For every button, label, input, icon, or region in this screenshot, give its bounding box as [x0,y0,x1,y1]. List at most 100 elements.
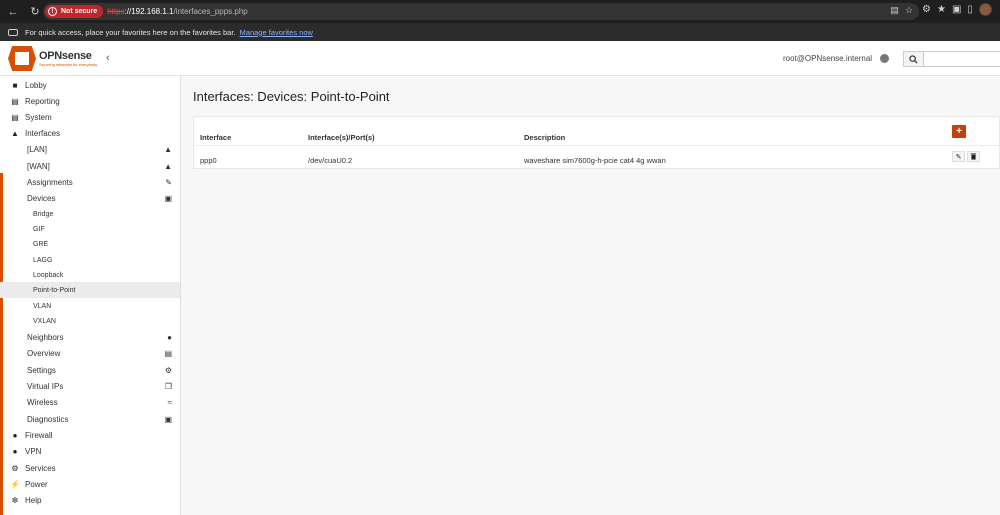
sidebar-item-label: LAGG [33,256,53,264]
plug-icon: ⚡ [10,479,20,489]
collections-icon[interactable]: ▣ [952,4,961,15]
sidebar-item-label: [WAN] [27,161,50,171]
sidebar-item-point-to-point[interactable]: Point-to-Point [0,282,180,298]
sitemap-icon: ▲ [164,161,172,171]
sidebar-item-vxlan[interactable]: VXLAN [0,313,180,329]
favorites-bar: For quick access, place your favorites h… [0,23,1000,41]
users-icon: ● [167,332,172,342]
sidebar-item-label: Reporting [25,96,60,106]
sidebar-item-label: GRE [33,240,49,248]
edit-button[interactable]: ✎ [952,151,965,162]
delete-button[interactable] [967,151,980,162]
sidebar-item-overview[interactable]: Overview ▤ [0,345,180,361]
sidebar-item-label: Neighbors [27,332,64,342]
url-scheme: https [107,7,125,16]
ppp-devices-table: Interface Interface(s)/Port(s) Descripti… [193,116,1000,169]
sidebar-item-label: Help [25,495,42,505]
sidebar-item-reporting[interactable]: ▤ Reporting [0,93,180,109]
url-host: ://192.168.1.1 [124,7,174,16]
page-title: Interfaces: Devices: Point-to-Point [193,89,390,104]
fire-icon: ● [12,430,18,440]
sidebar-item-label: Power [25,479,48,489]
sidebar-item-lan[interactable]: [LAN] ▲ [0,141,180,157]
laptop-icon: ■ [12,80,18,90]
opnsense-app: OPNsense Securing networks for everybody… [0,41,1000,515]
top-navbar: OPNsense Securing networks for everybody… [0,41,1000,76]
tasks-icon: ▤ [164,348,172,358]
brand-name: OPNsense [39,50,92,62]
column-header-interface: Interface [200,133,232,142]
address-bar[interactable]: ! Not secure https://192.168.1.1/interfa… [43,3,919,20]
sidebar-item-neighbors[interactable]: Neighbors ● [0,329,180,345]
sidebar-item-label: Wireless [27,397,58,407]
sidebar-item-label: Lobby [25,80,47,90]
sidebar-item-settings[interactable]: Settings ⚙ [0,362,180,378]
back-icon[interactable]: ← [4,3,22,21]
sidebar-item-lobby[interactable]: ■ Lobby [0,77,180,93]
cog-icon: ⚙ [11,463,19,473]
not-secure-badge[interactable]: ! Not secure [45,5,104,18]
search-input[interactable] [923,51,1000,67]
sidebar-item-label: Overview [27,348,61,358]
sidebar-item-label: Point-to-Point [33,286,76,294]
pencil-icon: ✎ [955,153,962,161]
sidebar-item-lagg[interactable]: LAGG [0,252,180,268]
reload-icon[interactable]: ↻ [26,3,44,21]
sidebar-item-gif[interactable]: GIF [0,221,180,237]
favorites-icon[interactable]: ★ [937,4,946,15]
sidebar-item-virtual-ips[interactable]: Virtual IPs ❐ [0,378,180,394]
sidebar-item-firewall[interactable]: ● Firewall [0,427,180,443]
sidebar-item-label: Diagnostics [27,414,69,424]
sidebar-item-assignments[interactable]: Assignments ✎ [0,174,180,190]
sidebar-item-label: GIF [33,225,45,233]
sidebar-item-services[interactable]: ⚙ Services [0,460,180,476]
globe-icon: ● [12,446,18,456]
system-status-icon[interactable] [880,54,889,63]
sidebar-item-power[interactable]: ⚡ Power [0,476,180,492]
sidebar-item-bridge[interactable]: Bridge [0,206,180,222]
sitemap-icon: ▲ [11,128,19,138]
sidebar-item-label: Firewall [25,430,53,440]
search-button[interactable] [903,51,924,67]
sidebar-item-wan[interactable]: [WAN] ▲ [0,158,180,174]
sidebar-item-vlan[interactable]: VLAN [0,298,180,314]
sidebar-item-system[interactable]: ▤ System [0,109,180,125]
sidebar-item-label: Settings [27,365,56,375]
brand-tagline: Securing networks for everybody [39,62,98,67]
favorite-star-icon[interactable]: ☆ [905,5,913,16]
add-button[interactable]: + [952,125,966,138]
sidebar-item-label: Virtual IPs [27,381,64,391]
url-text[interactable]: https://192.168.1.1/interfaces_ppps.php [107,7,248,16]
chart-icon: ▤ [11,96,19,106]
collapse-menu-icon[interactable]: ‹ [106,52,110,64]
sidebar-item-loopback[interactable]: Loopback [0,267,180,283]
sidebar-item-label: Interfaces [25,128,61,138]
sitemap-icon: ▲ [164,144,172,154]
profile-avatar[interactable] [978,3,992,16]
sidebar-item-interfaces[interactable]: ▲ Interfaces [0,125,180,141]
brand-logo[interactable]: OPNsense Securing networks for everybody [8,46,97,71]
clone-icon: ❐ [164,381,172,391]
sidebar-item-label: Devices [27,193,56,203]
archive-icon: ▣ [164,193,172,203]
sidebar-item-wireless[interactable]: Wireless ≈ [0,394,180,410]
search-icon [909,54,918,64]
sidebar-item-vpn[interactable]: ● VPN [0,443,180,459]
sidebar-item-label: Bridge [33,210,54,218]
cogs-icon: ⚙ [164,365,172,375]
reader-mode-icon[interactable]: ▤ [890,5,899,16]
plus-icon: + [956,126,962,137]
sidebar-item-gre[interactable]: GRE [0,236,180,252]
sidebar-item-label: [LAN] [27,144,48,154]
opnsense-logo-icon [8,46,36,71]
sidebar: ■ Lobby ▤ Reporting ▤ System ▲ Interface… [0,76,181,515]
extensions-icon[interactable]: ⚙ [922,4,931,15]
sidebar-item-diagnostics[interactable]: Diagnostics ▣ [0,411,180,427]
manage-favorites-link[interactable]: Manage favorites now [240,28,313,37]
sidebar-icon[interactable]: ▯ [967,4,973,15]
url-path: /interfaces_ppps.php [173,7,248,16]
sidebar-item-help[interactable]: ✼ Help [0,492,180,508]
sidebar-item-devices[interactable]: Devices ▣ [0,190,180,206]
user-menu[interactable]: root@OPNsense.internal [783,54,872,63]
trash-icon [970,153,977,160]
